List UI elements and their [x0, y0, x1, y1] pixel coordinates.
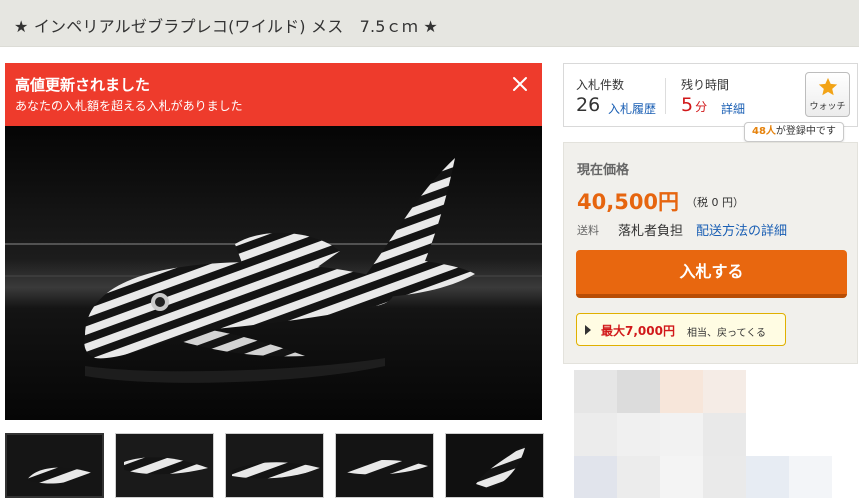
shipping-value: 落札者負担: [618, 224, 684, 239]
watch-label: ウォッチ: [809, 102, 846, 112]
time-detail-link[interactable]: 詳細: [721, 100, 745, 117]
divider: [665, 78, 666, 114]
bid-history-link[interactable]: 入札履歴: [608, 100, 656, 117]
max-return-note[interactable]: 最大7,000円 相当、戻ってくる: [576, 313, 786, 346]
alert-message: あなたの入札額を超える入札がありました: [15, 99, 243, 113]
watch-count: 48人: [752, 126, 776, 137]
thumbnail-1[interactable]: [5, 433, 104, 498]
watch-count-text: が登録中です: [775, 126, 836, 137]
outbid-alert: 高値更新されました あなたの入札額を超える入札がありました: [5, 63, 542, 126]
shipping-label: 送料: [577, 224, 599, 237]
thumbnail-4[interactable]: [335, 433, 434, 498]
main-product-photo[interactable]: [5, 126, 542, 420]
mosaic-cell: [660, 413, 703, 456]
mosaic-cell: [660, 456, 703, 498]
listing-title: ★ インペリアルゼブラプレコ(ワイルド) メス 7.5ｃｍ ★: [14, 17, 438, 36]
triangle-right-icon: [585, 325, 591, 335]
mosaic-cell: [574, 370, 617, 413]
watch-count-tooltip: 48人が登録中です: [744, 122, 844, 142]
star-icon: [817, 76, 839, 98]
mosaic-cell: [789, 456, 832, 498]
mosaic-cell: [574, 413, 617, 456]
time-left-number: 5: [681, 94, 694, 116]
mosaic-cell: [574, 456, 617, 498]
time-left-unit: 分: [695, 100, 708, 114]
mosaic-cell: [617, 370, 660, 413]
thumbnail-2[interactable]: [115, 433, 214, 498]
shipping-method-link[interactable]: 配送方法の詳細: [696, 220, 787, 239]
max-return-amount: 最大7,000円: [601, 324, 675, 338]
mosaic-cell: [660, 370, 703, 413]
current-price: 40,500円: [577, 190, 680, 214]
watch-button[interactable]: ウォッチ: [805, 72, 850, 117]
mosaic-cell: [703, 370, 746, 413]
current-price-label: 現在価格: [577, 163, 630, 178]
max-return-text: 相当、戻ってくる: [687, 328, 766, 339]
mosaic-cell: [746, 456, 789, 498]
time-left-value: 5分: [681, 94, 707, 116]
mosaic-cell: [617, 456, 660, 498]
bids-label: 入札件数: [576, 78, 625, 92]
mosaic-cell: [703, 413, 746, 456]
bid-button[interactable]: 入札する: [576, 250, 847, 298]
close-icon[interactable]: [510, 74, 530, 94]
thumbnail-3[interactable]: [225, 433, 324, 498]
alert-heading: 高値更新されました: [15, 76, 151, 94]
title-bar: ★ インペリアルゼブラプレコ(ワイルド) メス 7.5ｃｍ ★: [0, 0, 859, 47]
thumbnail-5[interactable]: [445, 433, 544, 498]
bid-info-box: 入札件数 26 入札履歴 残り時間 5分 詳細 ウォッチ: [563, 63, 858, 127]
mosaic-cell: [617, 413, 660, 456]
bids-count: 26: [576, 94, 601, 116]
mosaic-cell: [703, 456, 746, 498]
thumbnail-strip: [5, 433, 544, 498]
price-box: 現在価格 40,500円 （税 0 円） 送料 落札者負担 配送方法の詳細 入札…: [563, 142, 858, 364]
blurred-content: [574, 370, 859, 498]
tax-note: （税 0 円）: [686, 196, 744, 209]
time-left-label: 残り時間: [681, 78, 730, 92]
